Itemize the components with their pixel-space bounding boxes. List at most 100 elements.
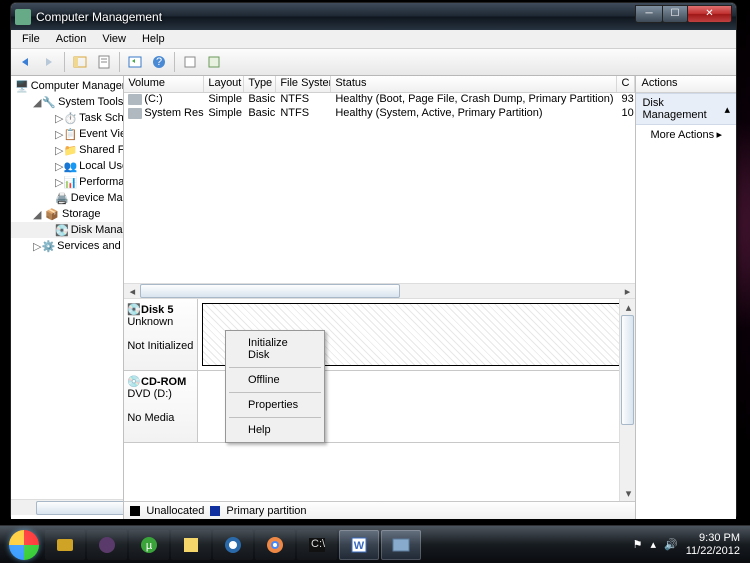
clock-icon: ⏱️ (63, 111, 77, 125)
system-tray[interactable]: ⚑ ▴ 🔊 9:30 PM 11/22/2012 (633, 532, 746, 558)
ctx-offline[interactable]: Offline (228, 370, 322, 390)
navigation-tree[interactable]: 🖥️Computer Management (Local) ◢🔧System T… (11, 76, 124, 519)
tree-event-viewer[interactable]: ▷📋Event Viewer (11, 126, 123, 142)
disk-row-cdrom[interactable]: 💿CD-ROM DVD (D:) No Media (124, 371, 635, 443)
col-volume[interactable]: Volume (124, 76, 204, 92)
toolbar-extra-2[interactable] (203, 51, 225, 73)
cdrom-icon: 💿 (127, 376, 141, 388)
forward-button[interactable] (38, 51, 60, 73)
tray-volume-icon[interactable]: 🔊 (664, 538, 678, 551)
col-layout[interactable]: Layout (204, 76, 244, 92)
legend-bar: Unallocated Primary partition (124, 501, 635, 519)
tray-up-icon[interactable]: ▴ (651, 538, 657, 551)
scroll-left-button[interactable]: ◂ (124, 283, 140, 299)
col-capacity[interactable]: C (617, 76, 635, 92)
taskbar[interactable]: µ C:\ W ⚑ ▴ 🔊 9:30 PM 11/22/2012 (0, 525, 750, 563)
main-panel: Volume Layout Type File System Status C … (124, 76, 636, 519)
disk-row-disk5[interactable]: 💽Disk 5 Unknown Not Initialized (124, 299, 635, 371)
volume-header-row: Volume Layout Type File System Status C (124, 76, 635, 93)
volume-list[interactable]: (C:) Simple Basic NTFS Healthy (Boot, Pa… (124, 93, 635, 283)
tree-root[interactable]: 🖥️Computer Management (Local) (11, 78, 123, 94)
taskbar-app-itunes[interactable] (213, 530, 253, 560)
help-button[interactable]: ? (148, 51, 170, 73)
tree-storage[interactable]: ◢📦Storage (11, 206, 123, 222)
show-hide-tree-button[interactable] (69, 51, 91, 73)
separator (229, 367, 321, 368)
svg-text:µ: µ (146, 540, 153, 552)
taskbar-app-word[interactable]: W (339, 530, 379, 560)
refresh-button[interactable] (124, 51, 146, 73)
title-bar[interactable]: Computer Management ─ ☐ ✕ (11, 3, 736, 30)
separator (229, 392, 321, 393)
submenu-icon: ▸ (716, 128, 722, 141)
col-filesystem[interactable]: File System (276, 76, 331, 92)
col-type[interactable]: Type (244, 76, 276, 92)
maximize-button[interactable]: ☐ (662, 5, 688, 23)
tree-performance[interactable]: ▷📊Performance (11, 174, 123, 190)
desktop: Computer Management ─ ☐ ✕ File Action Vi… (0, 0, 750, 563)
window-title: Computer Management (36, 10, 636, 24)
properties-button[interactable] (93, 51, 115, 73)
cdrom-info[interactable]: 💿CD-ROM DVD (D:) No Media (124, 371, 198, 442)
volume-row[interactable]: System Reserved Simple Basic NTFS Health… (124, 107, 635, 121)
minimize-button[interactable]: ─ (635, 5, 663, 23)
volume-horizontal-scrollbar[interactable]: ◂ ▸ (124, 283, 635, 299)
app-icon (15, 9, 31, 25)
ctx-initialize-disk[interactable]: Initialize Disk (228, 333, 322, 365)
volume-icon (128, 108, 142, 119)
svg-text:C:\: C:\ (311, 538, 326, 550)
volume-icon (128, 94, 142, 105)
tray-flag-icon[interactable]: ⚑ (633, 538, 643, 551)
menu-help[interactable]: Help (134, 31, 173, 47)
back-button[interactable] (14, 51, 36, 73)
collapse-icon: ▴ (724, 103, 730, 116)
computer-management-window: Computer Management ─ ☐ ✕ File Action Vi… (10, 2, 737, 519)
toolbar: ? (11, 49, 736, 76)
actions-section[interactable]: Disk Management ▴ (636, 93, 736, 125)
tray-clock[interactable]: 9:30 PM 11/22/2012 (686, 532, 740, 558)
scroll-up-button[interactable]: ▴ (620, 299, 635, 315)
menu-action[interactable]: Action (48, 31, 95, 47)
device-icon: 🖨️ (55, 191, 69, 205)
disk-graphical-view[interactable]: 💽Disk 5 Unknown Not Initialized 💿CD-ROM … (124, 299, 635, 501)
perf-icon: 📊 (63, 175, 77, 189)
taskbar-app-utorrent[interactable]: µ (129, 530, 169, 560)
tree-system-tools[interactable]: ◢🔧System Tools (11, 94, 123, 110)
computer-icon: 🖥️ (15, 79, 29, 93)
start-button[interactable] (4, 528, 44, 562)
taskbar-app-notes[interactable] (171, 530, 211, 560)
menu-view[interactable]: View (94, 31, 134, 47)
tree-local-users[interactable]: ▷👥Local Users and Groups (11, 158, 123, 174)
disk-vertical-scrollbar[interactable]: ▴ ▾ (619, 299, 635, 501)
actions-more[interactable]: More Actions ▸ (636, 125, 736, 144)
tree-services-apps[interactable]: ▷⚙️Services and Applications (11, 238, 123, 254)
services-icon: ⚙️ (41, 239, 55, 253)
menu-file[interactable]: File (14, 31, 48, 47)
taskbar-app-chrome[interactable] (255, 530, 295, 560)
scroll-right-button[interactable]: ▸ (619, 283, 635, 299)
tree-task-scheduler[interactable]: ▷⏱️Task Scheduler (11, 110, 123, 126)
disk5-info[interactable]: 💽Disk 5 Unknown Not Initialized (124, 299, 198, 370)
tree-horizontal-scrollbar[interactable] (11, 499, 123, 515)
taskbar-app-2[interactable] (87, 530, 127, 560)
col-status[interactable]: Status (331, 76, 617, 92)
toolbar-extra-1[interactable] (179, 51, 201, 73)
separator (229, 417, 321, 418)
taskbar-app-mmc[interactable] (381, 530, 421, 560)
taskbar-app-cmd[interactable]: C:\ (297, 530, 337, 560)
context-menu: Initialize Disk Offline Properties Help (225, 330, 325, 443)
windows-logo-icon (9, 530, 39, 560)
disk-icon: 💽 (55, 223, 69, 237)
close-button[interactable]: ✕ (687, 5, 732, 23)
tree-shared-folders[interactable]: ▷📁Shared Folders (11, 142, 123, 158)
tree-device-manager[interactable]: 🖨️Device Manager (11, 190, 123, 206)
menu-bar: File Action View Help (11, 30, 736, 49)
volume-row[interactable]: (C:) Simple Basic NTFS Healthy (Boot, Pa… (124, 93, 635, 107)
ctx-properties[interactable]: Properties (228, 395, 322, 415)
taskbar-app-1[interactable] (45, 530, 85, 560)
tree-disk-management[interactable]: 💽Disk Management (11, 222, 123, 238)
scroll-down-button[interactable]: ▾ (620, 485, 635, 501)
legend-swatch-unallocated (130, 506, 140, 516)
legend-label-primary: Primary partition (226, 505, 306, 517)
ctx-help[interactable]: Help (228, 420, 322, 440)
